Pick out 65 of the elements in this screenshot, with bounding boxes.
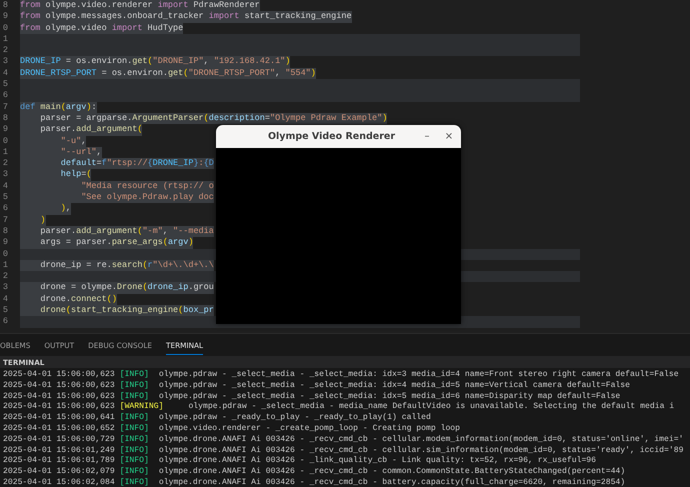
log-timestamp: 2025-04-01 15:06:00,623 xyxy=(3,392,115,402)
log-level: [INFO] xyxy=(120,413,149,424)
minimize-button[interactable]: – xyxy=(417,131,437,142)
line-number: 2 xyxy=(2,45,8,56)
log-timestamp: 2025-04-01 15:06:01,789 xyxy=(3,456,115,468)
line-number: 1 xyxy=(2,34,8,46)
line-number: 9 xyxy=(2,237,8,249)
log-level: [INFO] xyxy=(120,370,149,381)
log-level: [INFO] xyxy=(120,392,149,402)
log-message: olympe.drone.ANAFI Ai 003426 - _link_quality_cb - Link quality: tx=52, rx=96, rx_useful=96 xyxy=(158,456,596,467)
line-number: 1 xyxy=(2,260,8,272)
log-message: olympe.drone.ANAFI Ai 003426 - _recv_cmd_cb - cellular.sim_information(modem_id=0, status='ready', iccid='89 xyxy=(158,446,684,456)
log-message: olympe.pdraw - _select_media - _select_media: idx=5 media_id=6 name=Disparity map default=False xyxy=(158,392,620,402)
log-level: [INFO] xyxy=(120,467,149,478)
log-message: olympe.pdraw - _select_media - media_name DefaultVideo is unavailable. Selecting the default media i xyxy=(188,402,674,413)
line-number: 8 xyxy=(2,112,8,124)
log-message: olympe.video.renderer - _create_pomp_loop - Creating pomp loop xyxy=(158,424,460,435)
log-timestamp: 2025-04-01 15:06:00,623 xyxy=(3,380,115,392)
log-timestamp: 2025-04-01 15:06:02,079 xyxy=(3,467,115,478)
log-timestamp: 2025-04-01 15:06:02,084 xyxy=(3,478,115,487)
log-message: olympe.pdraw - _select_media - _select_media: idx=3 media_id=4 name=Front stereo right camera default=False xyxy=(158,370,679,381)
log-level: [INFO] xyxy=(120,424,149,435)
log-timestamp: 2025-04-01 15:06:00,623 xyxy=(3,402,115,414)
line-number: 2 xyxy=(2,271,8,282)
log-message: olympe.pdraw - _ready_to_play - _ready_to_play(1) called xyxy=(158,413,431,424)
line-number: 4 xyxy=(2,68,8,80)
log-level: [WARNING] xyxy=(120,402,164,413)
close-button[interactable]: × xyxy=(439,131,459,142)
line-number: 2 xyxy=(2,158,8,170)
line-number: 3 xyxy=(2,56,8,68)
log-level: [INFO] xyxy=(120,446,149,456)
line-number: 6 xyxy=(2,316,8,328)
line-number: 6 xyxy=(2,90,8,102)
line-number: 0 xyxy=(2,22,8,34)
log-timestamp: 2025-04-01 15:06:00,623 xyxy=(3,370,115,381)
log-message: olympe.drone.ANAFI Ai 003426 - _recv_cmd_cb - cellular.modem_information(modem_id=0, status='online', imei=' xyxy=(158,434,684,446)
line-number: 7 xyxy=(2,102,8,113)
line-number: 8 xyxy=(2,0,8,12)
line-number: 5 xyxy=(2,305,8,316)
log-level: [INFO] xyxy=(120,478,149,487)
log-timestamp: 2025-04-01 15:06:00,652 xyxy=(3,424,115,435)
log-message: olympe.drone.ANAFI Ai 003426 - _recv_cmd_cb - battery.capacity(full_charge=6620, remaining=2854) xyxy=(158,478,626,487)
log-level: [INFO] xyxy=(120,434,149,446)
line-number: 3 xyxy=(2,169,8,181)
log-level: [INFO] xyxy=(120,380,149,392)
line-number: 4 xyxy=(2,294,8,306)
line-number: 4 xyxy=(2,180,8,192)
line-number: 5 xyxy=(2,192,8,204)
log-message: olympe.pdraw - _select_media - _select_media: idx=4 media_id=5 name=Vertical camera default=False xyxy=(158,380,630,392)
line-number: 5 xyxy=(2,79,8,90)
log-level: [INFO] xyxy=(120,456,149,467)
log-message: olympe.drone.ANAFI Ai 003426 - _recv_cmd_cb - common.CommonState.BatteryStateChanged(percent=44) xyxy=(158,467,626,478)
line-number: 7 xyxy=(2,214,8,226)
line-number: 6 xyxy=(2,203,8,215)
line-number: 8 xyxy=(2,226,8,238)
line-number: 0 xyxy=(2,248,8,260)
log-timestamp: 2025-04-01 15:06:00,641 xyxy=(3,413,115,424)
line-number: 1 xyxy=(2,146,8,158)
line-number: 9 xyxy=(2,124,8,136)
window-title: Olympe Video Renderer xyxy=(266,131,396,142)
log-timestamp: 2025-04-01 15:06:01,249 xyxy=(3,446,115,456)
line-number: 3 xyxy=(2,282,8,294)
line-number: 9 xyxy=(2,11,8,23)
line-number: 0 xyxy=(2,136,8,147)
log-timestamp: 2025-04-01 15:06:00,729 xyxy=(3,434,115,446)
